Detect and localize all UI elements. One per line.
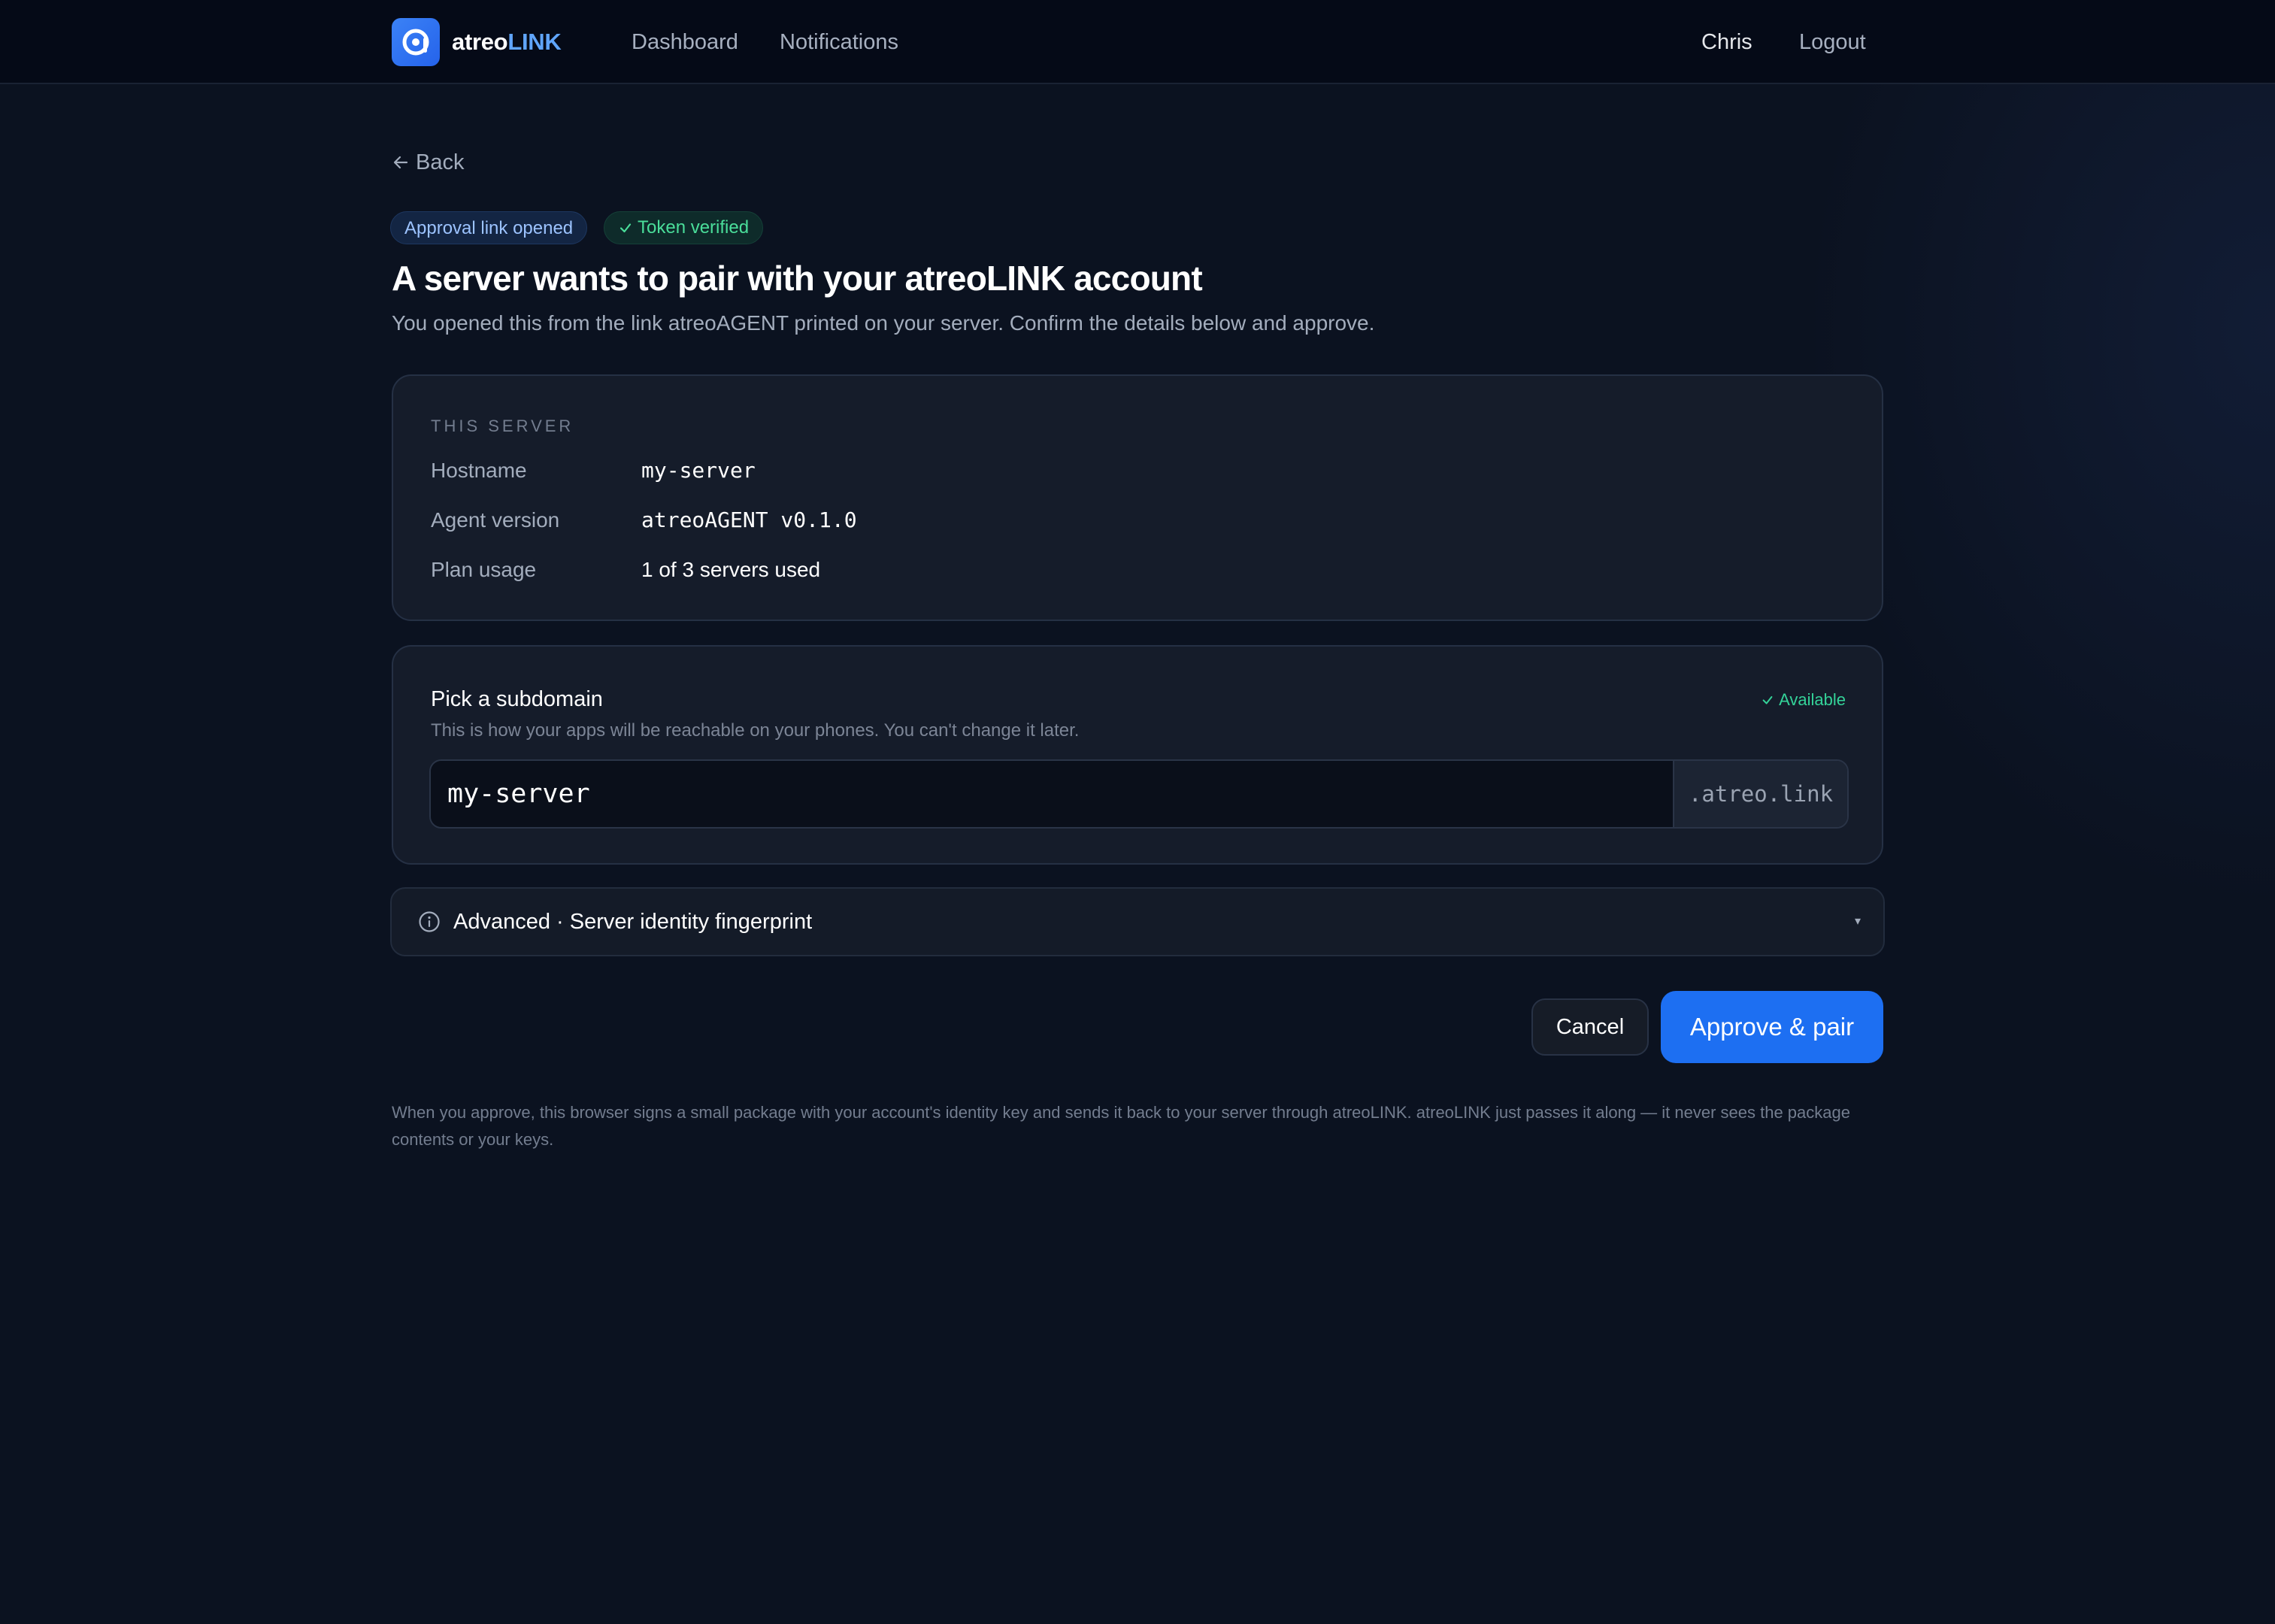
availability-status: Available	[1761, 687, 1846, 713]
subdomain-input[interactable]	[431, 761, 1673, 827]
plan-usage-value: 1 of 3 servers used	[641, 558, 821, 581]
hostname-value: my-server	[641, 458, 756, 483]
hostname-label: Hostname	[431, 459, 527, 482]
token-verified-label: Token verified	[638, 217, 750, 238]
arrow-left-icon	[393, 156, 408, 169]
subdomain-field: .atreo.link	[429, 759, 1849, 829]
availability-label: Available	[1779, 690, 1846, 709]
logout-link[interactable]: Logout	[1799, 26, 1866, 59]
back-label: Back	[416, 150, 465, 174]
approval-link-badge: Approval link opened	[390, 211, 588, 244]
advanced-fingerprint-toggle[interactable]: Advanced · Server identity fingerprint ▾	[390, 887, 1885, 956]
info-icon	[419, 911, 440, 932]
server-details-card: THIS SERVER Hostname my-server Agent ver…	[392, 374, 1883, 621]
page-subtitle: You opened this from the link atreoAGENT…	[392, 311, 1375, 335]
top-navbar: atreoLINK Dashboard Notifications Chris …	[0, 0, 2275, 84]
nav-dashboard[interactable]: Dashboard	[632, 26, 738, 59]
approval-footnote: When you approve, this browser signs a s…	[392, 1103, 1850, 1149]
back-link[interactable]: Back	[392, 146, 464, 179]
plan-usage-label: Plan usage	[431, 558, 537, 581]
atreo-logo-icon[interactable]	[392, 18, 440, 66]
approve-pair-button[interactable]: Approve & pair	[1661, 991, 1883, 1063]
check-icon	[1762, 695, 1773, 704]
nav-notifications[interactable]: Notifications	[780, 26, 898, 59]
token-verified-badge: Token verified	[604, 211, 764, 244]
subdomain-help: This is how your apps will be reachable …	[431, 720, 1080, 741]
agent-version-value: atreoAGENT v0.1.0	[641, 508, 857, 532]
brand-name-part2: LINK	[507, 29, 562, 55]
subdomain-title: Pick a subdomain	[431, 687, 603, 711]
subdomain-suffix: .atreo.link	[1673, 761, 1847, 827]
cancel-button[interactable]: Cancel	[1531, 998, 1649, 1056]
page-title: A server wants to pair with your atreoLI…	[392, 259, 1203, 298]
subdomain-card: Pick a subdomain Available This is how y…	[392, 645, 1883, 865]
brand-name[interactable]: atreoLINK	[452, 26, 562, 59]
section-label: THIS SERVER	[431, 417, 574, 435]
agent-version-label: Agent version	[431, 508, 560, 532]
advanced-label: Advanced · Server identity fingerprint	[453, 910, 813, 934]
check-icon	[619, 223, 632, 233]
nav-user-name[interactable]: Chris	[1701, 26, 1752, 59]
brand-name-part1: atreo	[452, 29, 508, 55]
caret-down-icon: ▾	[1854, 915, 1861, 928]
